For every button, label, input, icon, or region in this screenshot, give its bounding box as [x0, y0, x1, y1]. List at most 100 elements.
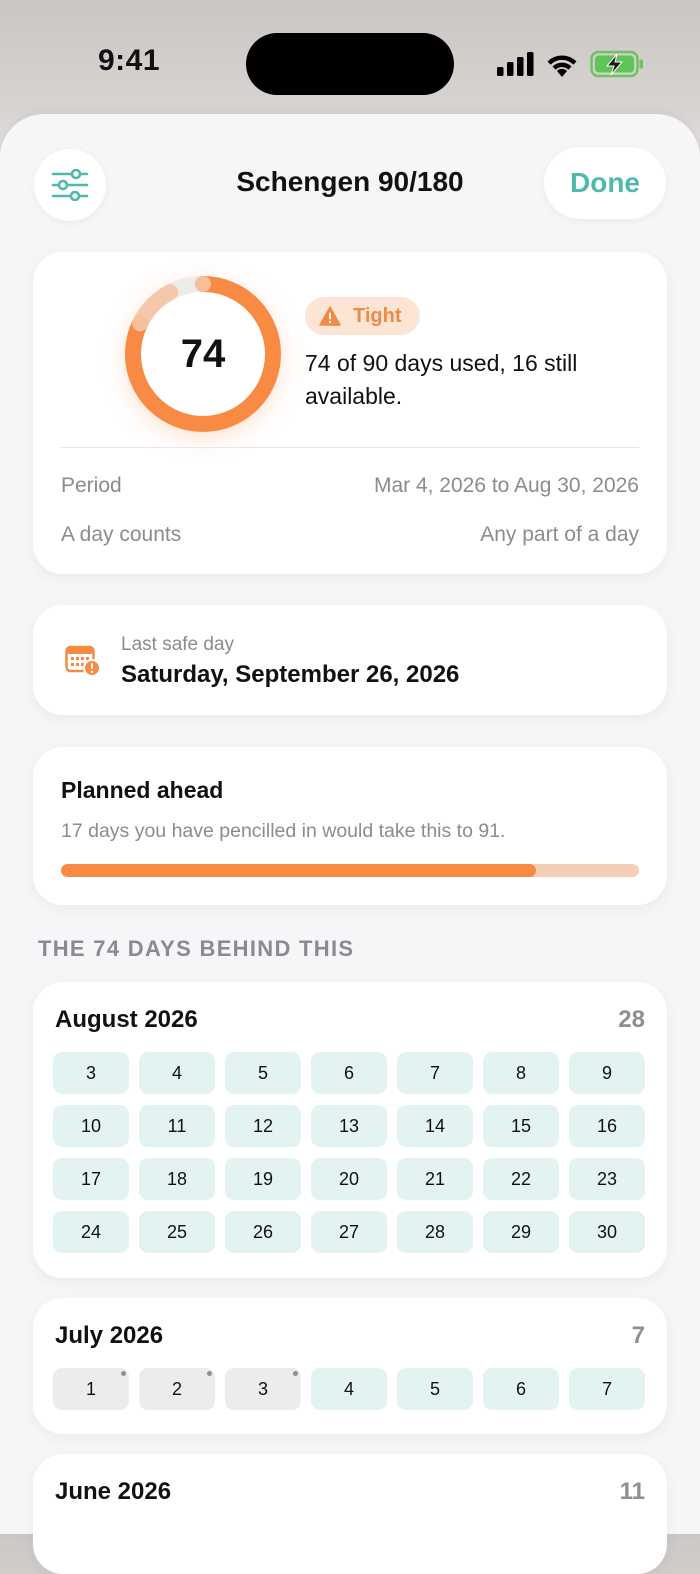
- day-cell[interactable]: 25: [139, 1211, 215, 1253]
- day-number: 25: [166, 1221, 188, 1242]
- day-cell[interactable]: 4: [311, 1368, 387, 1410]
- day-number: 24: [80, 1221, 102, 1242]
- day-number: 8: [515, 1062, 526, 1083]
- day-number: 10: [80, 1115, 102, 1136]
- status-badge: Tight: [305, 297, 420, 335]
- month-title: June 2026: [55, 1478, 172, 1505]
- day-cell[interactable]: 27: [311, 1211, 387, 1253]
- day-cell[interactable]: 4: [139, 1052, 215, 1094]
- day-cell[interactable]: 13: [311, 1105, 387, 1147]
- planned-progress-fill: [61, 864, 537, 877]
- last-safe-day-value: Saturday, September 26, 2026: [121, 661, 460, 688]
- day-cell[interactable]: 15: [483, 1105, 559, 1147]
- month-card: June 2026 11: [33, 1454, 667, 1574]
- month-day-count: 28: [618, 1006, 645, 1033]
- day-number: 5: [429, 1378, 440, 1399]
- day-marker-dot: [207, 1371, 212, 1376]
- day-number: 18: [166, 1168, 188, 1189]
- day-number: 29: [510, 1221, 532, 1242]
- period-label: Period: [61, 474, 122, 497]
- day-cell[interactable]: 24: [53, 1211, 129, 1253]
- day-cell[interactable]: 23: [569, 1158, 645, 1200]
- days-used-number: 74: [180, 331, 226, 376]
- day-counts-value: Any part of a day: [480, 523, 639, 546]
- day-number: 7: [429, 1062, 440, 1083]
- section-header: THE 74 DAYS BEHIND THIS: [38, 936, 355, 961]
- day-cell[interactable]: 28: [397, 1211, 473, 1253]
- day-number: 30: [596, 1221, 618, 1242]
- day-number: 19: [252, 1168, 274, 1189]
- warning-icon: [319, 306, 341, 326]
- month-card: July 2026 7 1 2 3 4 5 6 7: [33, 1298, 667, 1434]
- divider: [61, 447, 639, 448]
- day-number: 7: [601, 1378, 612, 1399]
- month-day-count: 7: [631, 1322, 645, 1349]
- day-cell[interactable]: 30: [569, 1211, 645, 1253]
- day-number: 27: [338, 1221, 360, 1242]
- period-value: Mar 4, 2026 to Aug 30, 2026: [373, 474, 639, 497]
- day-cell[interactable]: 3: [53, 1052, 129, 1094]
- day-cell[interactable]: 11: [139, 1105, 215, 1147]
- day-number: 6: [343, 1062, 354, 1083]
- day-number: 1: [85, 1378, 96, 1399]
- status-bar: 9:41: [0, 0, 700, 120]
- day-cell[interactable]: 18: [139, 1158, 215, 1200]
- status-badge-label: Tight: [353, 304, 402, 327]
- planned-ahead-subtitle: 17 days you have pencilled in would take…: [61, 820, 506, 842]
- day-cell[interactable]: 16: [569, 1105, 645, 1147]
- day-number: 4: [343, 1378, 354, 1399]
- day-cell[interactable]: 5: [397, 1368, 473, 1410]
- day-number: 22: [510, 1168, 532, 1189]
- day-marker-dot: [121, 1371, 126, 1376]
- planned-ahead-title: Planned ahead: [61, 777, 224, 803]
- done-button[interactable]: Done: [544, 147, 666, 219]
- day-number: 11: [167, 1115, 187, 1136]
- day-cell[interactable]: 17: [53, 1158, 129, 1200]
- day-number: 28: [424, 1221, 446, 1242]
- day-number: 5: [257, 1062, 268, 1083]
- day-cell[interactable]: 22: [483, 1158, 559, 1200]
- day-number: 2: [171, 1378, 182, 1399]
- day-cell[interactable]: 19: [225, 1158, 301, 1200]
- day-number: 26: [252, 1221, 274, 1242]
- day-cell[interactable]: 14: [397, 1105, 473, 1147]
- day-number: 3: [85, 1062, 96, 1083]
- day-number: 15: [510, 1115, 532, 1136]
- day-marker-dot: [293, 1371, 298, 1376]
- day-cell[interactable]: 10: [53, 1105, 129, 1147]
- dynamic-island: [246, 33, 454, 95]
- day-cell[interactable]: 7: [397, 1052, 473, 1094]
- day-cell[interactable]: 20: [311, 1158, 387, 1200]
- day-cell[interactable]: 7: [569, 1368, 645, 1410]
- day-number: 13: [338, 1115, 360, 1136]
- planned-ahead-card[interactable]: Planned ahead 17 days you have pencilled…: [33, 747, 667, 905]
- last-safe-day-card[interactable]: Last safe day Saturday, September 26, 20…: [33, 605, 667, 715]
- day-cell[interactable]: 9: [569, 1052, 645, 1094]
- calendar-warning-icon: [65, 645, 101, 677]
- day-number: 17: [80, 1168, 102, 1189]
- day-number: 20: [338, 1168, 360, 1189]
- day-cell[interactable]: 1: [53, 1368, 129, 1410]
- day-cell[interactable]: 12: [225, 1105, 301, 1147]
- day-cell[interactable]: 21: [397, 1158, 473, 1200]
- day-cell[interactable]: 8: [483, 1052, 559, 1094]
- day-cell[interactable]: 5: [225, 1052, 301, 1094]
- day-cell[interactable]: 6: [311, 1052, 387, 1094]
- day-cell[interactable]: 2: [139, 1368, 215, 1410]
- day-grid: 1 2 3 4 5 6 7: [53, 1368, 647, 1410]
- day-number: 21: [424, 1168, 446, 1189]
- day-number: 9: [601, 1062, 612, 1083]
- day-cell[interactable]: 3: [225, 1368, 301, 1410]
- day-grid: 3 4 5 6 7 8 9 10 11 12 13 14 15 16 17 18 19 20 21 22 23 24 25 2…: [53, 1052, 647, 1253]
- planned-progress-track: [61, 864, 639, 877]
- month-title: August 2026: [55, 1006, 198, 1033]
- usage-ring: 74: [119, 270, 287, 438]
- day-number: 4: [171, 1062, 182, 1083]
- month-card: August 2026 28 3 4 5 6 7 8 9 10 11 12 13 14 15 16 17 18 19…: [33, 982, 667, 1278]
- day-cell[interactable]: 6: [483, 1368, 559, 1410]
- cellular-signal-icon: [497, 52, 534, 76]
- day-cell[interactable]: 26: [225, 1211, 301, 1253]
- usage-summary-card: 74 Tight 74 of 90 days used, 16 still av…: [33, 252, 667, 574]
- day-cell[interactable]: 29: [483, 1211, 559, 1253]
- battery-charging-icon: [590, 50, 643, 78]
